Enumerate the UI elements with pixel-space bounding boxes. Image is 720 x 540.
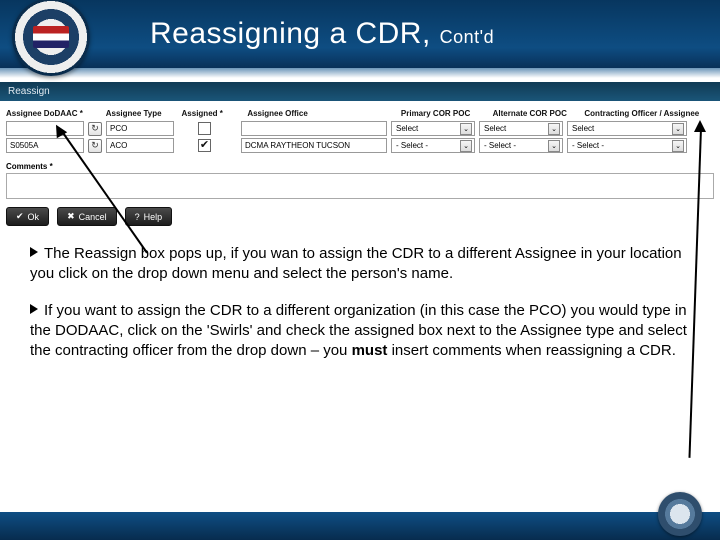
alternate-select-1[interactable]: Select ⌄ xyxy=(479,121,563,136)
agency-seal-icon xyxy=(12,0,90,76)
slide-footer xyxy=(0,512,720,540)
type-value-2: ACO xyxy=(106,138,174,153)
swirl-icon[interactable]: ↻ xyxy=(88,139,102,153)
assigned-checkbox-1[interactable] xyxy=(198,122,211,135)
help-label: Help xyxy=(144,212,163,222)
bullet-2-text-b: insert comments when reassigning a CDR. xyxy=(387,342,675,359)
ok-button[interactable]: ✔ Ok xyxy=(6,207,49,226)
title-main: Reassigning a CDR, xyxy=(150,17,431,50)
column-headers: Assignee DoDAAC * Assignee Type Assigned… xyxy=(0,105,720,120)
header-shadow xyxy=(0,68,720,78)
dod-seal-icon xyxy=(658,492,702,536)
officer-select-1-value: Select xyxy=(572,124,594,133)
primary-select-2[interactable]: - Select - ⌄ xyxy=(391,138,475,153)
arrow-head-icon xyxy=(694,120,706,132)
assignee-row-2: S0505A ↻ ACO ✔ DCMA RAYTHEON TUCSON - Se… xyxy=(0,137,720,154)
officer-select-1[interactable]: Select ⌄ xyxy=(567,121,687,136)
button-row: ✔ Ok ✖ Cancel ? Help xyxy=(0,207,720,230)
reassign-panel-title: Reassign xyxy=(0,82,720,101)
bullet-1-text: The Reassign box pops up, if you wan to … xyxy=(30,245,682,282)
header-officer: Contracting Officer / Assignee xyxy=(584,109,714,118)
cancel-label: Cancel xyxy=(79,212,107,222)
help-icon: ? xyxy=(135,212,140,222)
header-dodaac: Assignee DoDAAC * xyxy=(6,109,102,118)
header-primary: Primary COR POC xyxy=(401,109,489,118)
instruction-bullets: The Reassign box pops up, if you wan to … xyxy=(0,230,720,361)
officer-select-2-value: - Select - xyxy=(572,141,604,150)
header-assigned: Assigned * xyxy=(182,109,244,118)
primary-select-2-value: - Select - xyxy=(396,141,428,150)
check-icon: ✔ xyxy=(16,211,24,222)
header-office: Assignee Office xyxy=(247,109,397,118)
swirl-icon[interactable]: ↻ xyxy=(88,122,102,136)
chevron-down-icon: ⌄ xyxy=(672,123,684,135)
dodaac-input-1[interactable] xyxy=(6,121,84,136)
bullet-2: If you want to assign the CDR to a diffe… xyxy=(30,301,692,362)
slide-title: Reassigning a CDR, Cont'd xyxy=(150,17,494,51)
office-value-2: DCMA RAYTHEON TUCSON xyxy=(241,138,387,153)
officer-select-2[interactable]: - Select - ⌄ xyxy=(567,138,687,153)
assigned-checkbox-2[interactable]: ✔ xyxy=(198,139,211,152)
cancel-icon: ✖ xyxy=(67,211,75,222)
help-button[interactable]: ? Help xyxy=(125,207,173,226)
type-value-1: PCO xyxy=(106,121,174,136)
bullet-2-bold: must xyxy=(352,342,388,359)
cancel-button[interactable]: ✖ Cancel xyxy=(57,207,117,226)
alternate-select-1-value: Select xyxy=(484,124,506,133)
comments-textarea[interactable] xyxy=(6,173,714,199)
chevron-down-icon: ⌄ xyxy=(548,140,560,152)
primary-select-1[interactable]: Select ⌄ xyxy=(391,121,475,136)
bullet-icon xyxy=(30,304,38,314)
bullet-icon xyxy=(30,247,38,257)
slide-header: Reassigning a CDR, Cont'd xyxy=(0,0,720,68)
assignee-row-1: ↻ PCO Select ⌄ Select ⌄ Select ⌄ xyxy=(0,120,720,137)
alternate-select-2-value: - Select - xyxy=(484,141,516,150)
alternate-select-2[interactable]: - Select - ⌄ xyxy=(479,138,563,153)
bullet-1: The Reassign box pops up, if you wan to … xyxy=(30,244,692,285)
chevron-down-icon: ⌄ xyxy=(672,140,684,152)
title-sub: Cont'd xyxy=(440,27,494,47)
chevron-down-icon: ⌄ xyxy=(460,123,472,135)
office-value-1 xyxy=(241,121,387,136)
chevron-down-icon: ⌄ xyxy=(548,123,560,135)
header-alternate: Alternate COR POC xyxy=(493,109,581,118)
comments-label: Comments * xyxy=(0,154,720,173)
ok-label: Ok xyxy=(28,212,40,222)
primary-select-1-value: Select xyxy=(396,124,418,133)
chevron-down-icon: ⌄ xyxy=(460,140,472,152)
reassign-form: Assignee DoDAAC * Assignee Type Assigned… xyxy=(0,101,720,230)
header-type: Assignee Type xyxy=(106,109,178,118)
